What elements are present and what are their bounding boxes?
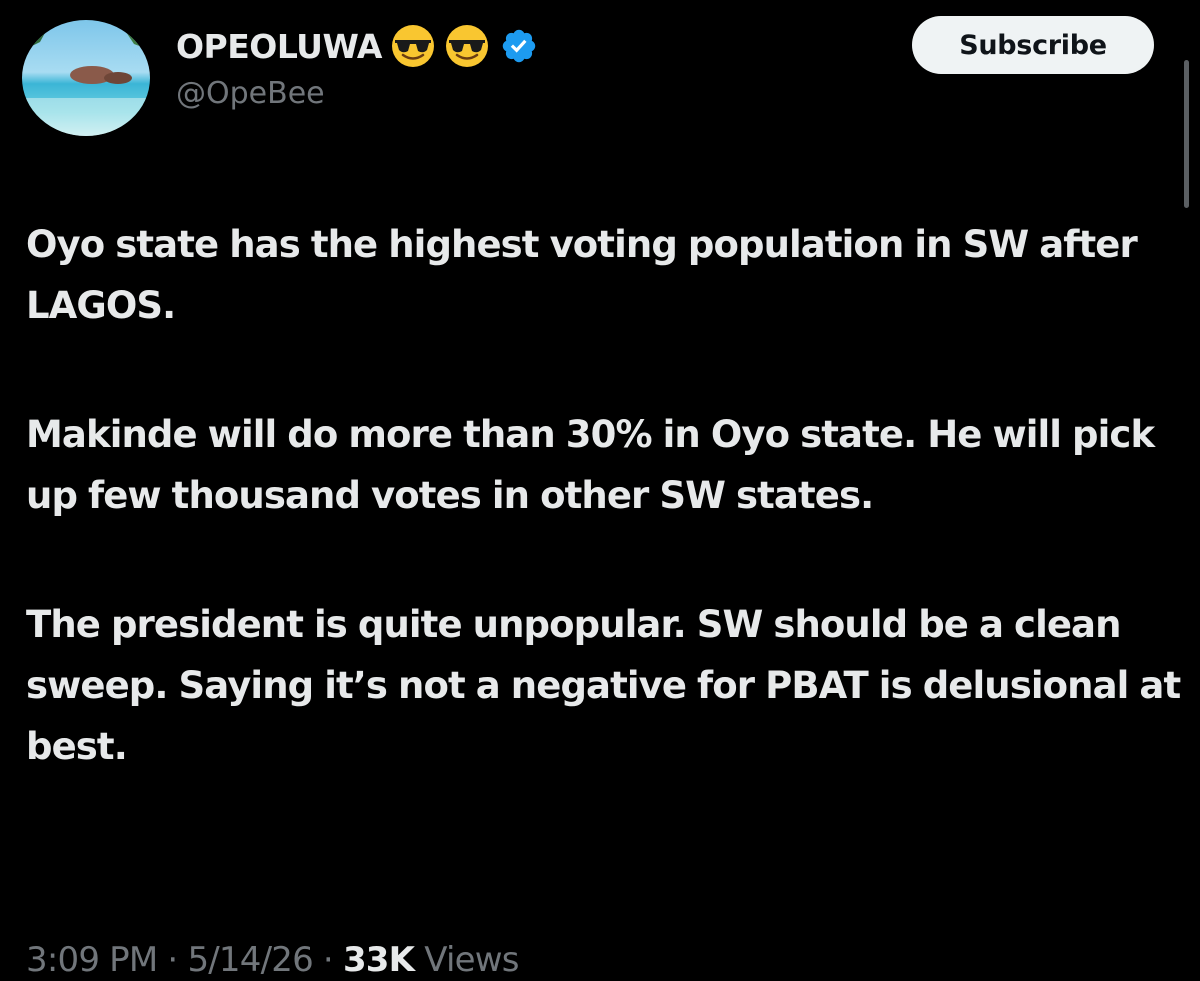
tweet-time[interactable]: 3:09 PM bbox=[26, 940, 158, 980]
sunglasses-emoji-icon bbox=[445, 25, 488, 67]
meta-separator: · bbox=[157, 940, 188, 980]
tweet-paragraph: Oyo state has the highest voting populat… bbox=[26, 223, 1138, 327]
views-count[interactable]: 33K bbox=[343, 940, 415, 980]
sunglasses-emoji-icon bbox=[391, 25, 434, 67]
author-display-name[interactable]: OPEOLUWA bbox=[176, 27, 382, 66]
meta-separator: · bbox=[312, 940, 343, 980]
scrollbar[interactable] bbox=[1184, 60, 1189, 208]
tweet-paragraph: The president is quite unpopular. SW sho… bbox=[26, 603, 1181, 768]
author-name-row: OPEOLUWA bbox=[176, 22, 538, 70]
tweet-meta: 3:09 PM · 5/14/26 · 33K Views bbox=[26, 940, 519, 980]
subscribe-button[interactable]: Subscribe bbox=[912, 16, 1154, 74]
tweet-header: OPEOLUWA @OpeBee Subscribe bbox=[0, 0, 1200, 208]
author-handle[interactable]: @OpeBee bbox=[176, 76, 325, 111]
avatar-image bbox=[22, 20, 150, 136]
tweet-paragraph: Makinde will do more than 30% in Oyo sta… bbox=[26, 413, 1155, 517]
tweet-date[interactable]: 5/14/26 bbox=[187, 940, 313, 980]
tweet-text: Oyo state has the highest voting populat… bbox=[26, 214, 1186, 845]
views-label[interactable]: Views bbox=[414, 940, 519, 980]
avatar[interactable] bbox=[22, 20, 150, 136]
verified-badge-icon[interactable] bbox=[500, 27, 538, 65]
